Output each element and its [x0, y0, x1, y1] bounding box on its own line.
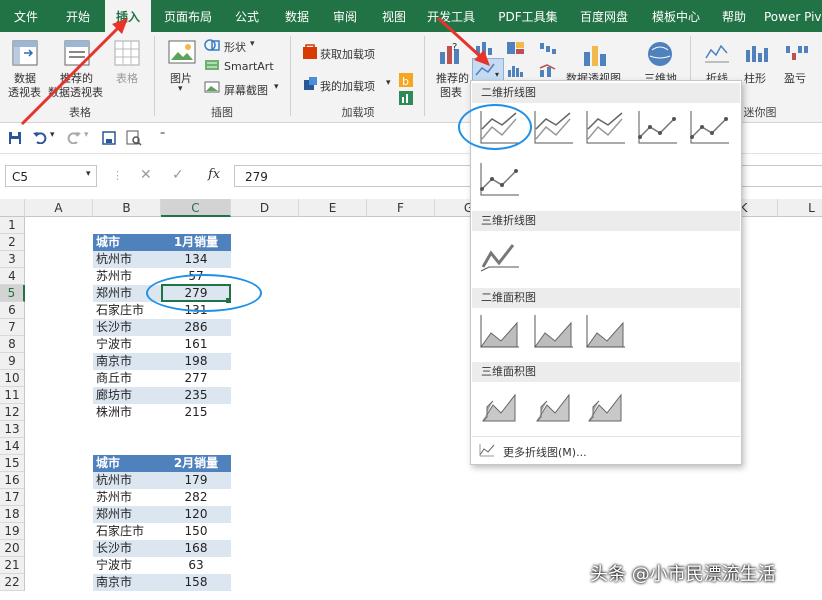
- table-cell-value[interactable]: 277: [161, 370, 231, 387]
- table-cell-city[interactable]: 廊坊市: [93, 387, 161, 404]
- row-header[interactable]: 4: [0, 268, 25, 285]
- table-cell-value[interactable]: 179: [161, 472, 231, 489]
- section-2d-area: 二维面积图: [472, 288, 740, 308]
- table-cell-value[interactable]: 168: [161, 540, 231, 557]
- table-cell-city[interactable]: 商丘市: [93, 370, 161, 387]
- row-header[interactable]: 16: [0, 472, 25, 489]
- column-header[interactable]: L: [778, 199, 822, 217]
- 3d-stacked-area-option-icon[interactable]: [533, 387, 575, 425]
- row-header[interactable]: 9: [0, 353, 25, 370]
- table-cell-city[interactable]: 株洲市: [93, 404, 161, 421]
- table-cell-city[interactable]: 石家庄市: [93, 523, 161, 540]
- stacked-area-option-icon[interactable]: [533, 313, 575, 351]
- 3d-stacked-100-area-option-icon[interactable]: [585, 387, 627, 425]
- column-header[interactable]: F: [367, 199, 435, 217]
- 3d-area-option-icon[interactable]: [479, 387, 521, 425]
- table-header-cell[interactable]: 2月销量: [161, 455, 231, 472]
- table-cell-value[interactable]: 134: [161, 251, 231, 268]
- table-cell-value[interactable]: 161: [161, 336, 231, 353]
- row-header[interactable]: 1: [0, 217, 25, 234]
- column-header[interactable]: B: [93, 199, 161, 217]
- table-cell-city[interactable]: 南京市: [93, 574, 161, 591]
- more-line-charts-icon[interactable]: [479, 443, 495, 457]
- section-3d-area: 三维面积图: [472, 362, 740, 382]
- table-cell-value[interactable]: 282: [161, 489, 231, 506]
- column-header[interactable]: C: [161, 199, 231, 217]
- area-option-icon[interactable]: [479, 313, 521, 351]
- stacked-100-area-option-icon[interactable]: [585, 313, 627, 351]
- table-header-cell[interactable]: 城市: [93, 234, 161, 251]
- row-header[interactable]: 18: [0, 506, 25, 523]
- column-header[interactable]: D: [231, 199, 299, 217]
- row-header[interactable]: 3: [0, 251, 25, 268]
- row-header[interactable]: 13: [0, 421, 25, 438]
- table-header-cell[interactable]: 城市: [93, 455, 161, 472]
- row-header[interactable]: 17: [0, 489, 25, 506]
- table-cell-value[interactable]: 235: [161, 387, 231, 404]
- table-cell-city[interactable]: 石家庄市: [93, 302, 161, 319]
- table-cell-value[interactable]: 215: [161, 404, 231, 421]
- table-cell-value[interactable]: 198: [161, 353, 231, 370]
- table-cell-value[interactable]: 286: [161, 319, 231, 336]
- column-header[interactable]: A: [25, 199, 93, 217]
- table-header-cell[interactable]: 1月销量: [161, 234, 231, 251]
- table-cell-city[interactable]: 杭州市: [93, 472, 161, 489]
- table-cell-city[interactable]: 苏州市: [93, 489, 161, 506]
- row-header[interactable]: 11: [0, 387, 25, 404]
- row-header[interactable]: 19: [0, 523, 25, 540]
- dropdown-divider: [472, 436, 740, 437]
- annotation-arrows: [20, 16, 490, 126]
- table-cell-value[interactable]: 150: [161, 523, 231, 540]
- table-cell-city[interactable]: 杭州市: [93, 251, 161, 268]
- row-header[interactable]: 5: [0, 285, 25, 302]
- table-cell-city[interactable]: 长沙市: [93, 319, 161, 336]
- table-cell-city[interactable]: 宁波市: [93, 557, 161, 574]
- section-3d-line: 三维折线图: [472, 211, 740, 231]
- row-header[interactable]: 21: [0, 557, 25, 574]
- table-cell-city[interactable]: 郑州市: [93, 506, 161, 523]
- row-header[interactable]: 8: [0, 336, 25, 353]
- row-header[interactable]: 20: [0, 540, 25, 557]
- row-header[interactable]: 7: [0, 319, 25, 336]
- select-all-corner[interactable]: [0, 199, 25, 217]
- more-line-charts-link[interactable]: 更多折线图(M)...: [503, 444, 587, 460]
- row-header[interactable]: 15: [0, 455, 25, 472]
- table-cell-city[interactable]: 宁波市: [93, 336, 161, 353]
- row-header[interactable]: 6: [0, 302, 25, 319]
- table-cell-value[interactable]: 120: [161, 506, 231, 523]
- row-header[interactable]: 10: [0, 370, 25, 387]
- row-header[interactable]: 12: [0, 404, 25, 421]
- row-header[interactable]: 22: [0, 574, 25, 591]
- watermark: 头条 @小市民漂流生活: [590, 564, 776, 585]
- table-cell-value[interactable]: 158: [161, 574, 231, 591]
- row-header[interactable]: 14: [0, 438, 25, 455]
- table-cell-city[interactable]: 长沙市: [93, 540, 161, 557]
- 3d-line-option-icon[interactable]: [479, 237, 521, 275]
- table-cell-value[interactable]: 63: [161, 557, 231, 574]
- column-header[interactable]: E: [299, 199, 367, 217]
- table-cell-city[interactable]: 南京市: [93, 353, 161, 370]
- table-cell-city[interactable]: 苏州市: [93, 268, 161, 285]
- annotation-circle-cell: [146, 274, 262, 312]
- row-header[interactable]: 2: [0, 234, 25, 251]
